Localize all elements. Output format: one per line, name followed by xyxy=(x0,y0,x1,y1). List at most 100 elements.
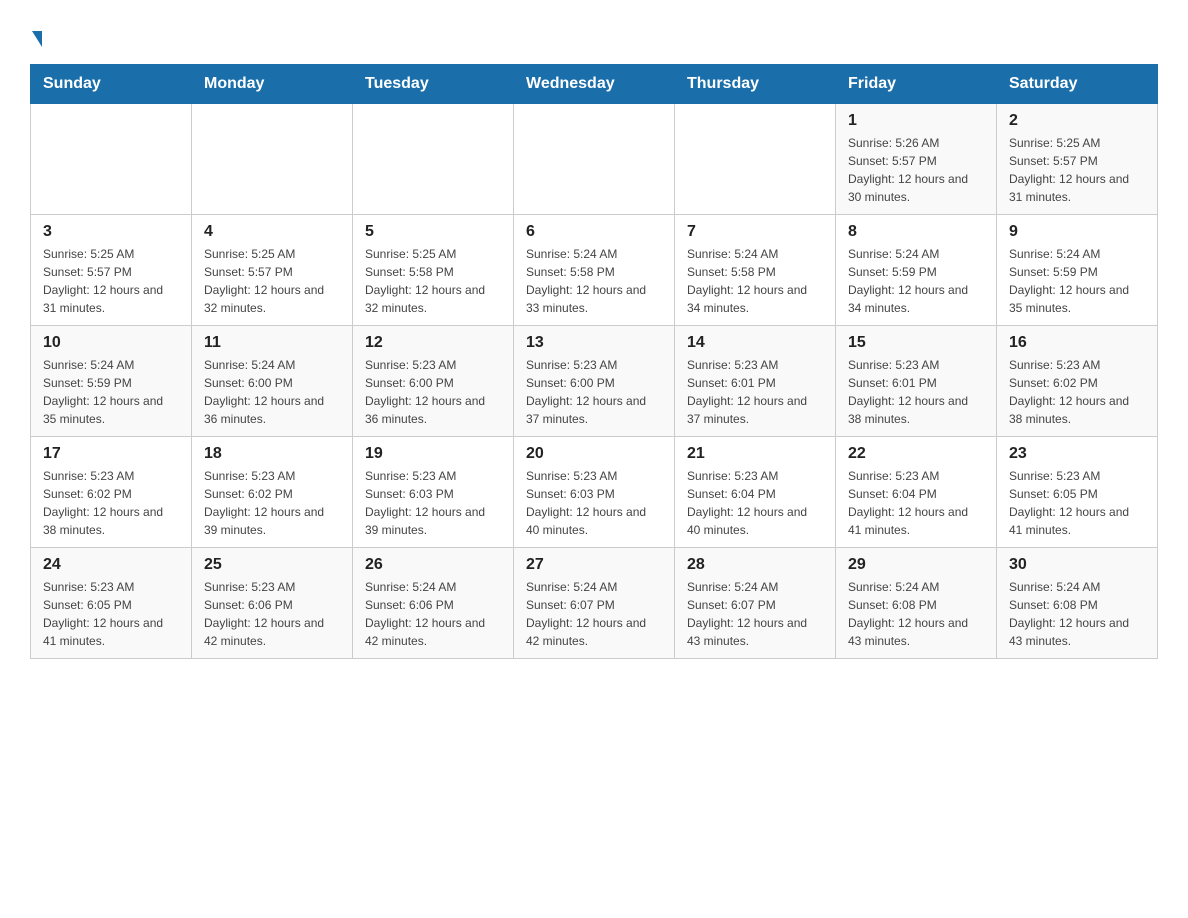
day-info: Sunrise: 5:24 AMSunset: 5:59 PMDaylight:… xyxy=(1009,245,1145,317)
day-number: 8 xyxy=(848,223,984,241)
day-cell: 13 Sunrise: 5:23 AMSunset: 6:00 PMDayligh… xyxy=(514,326,675,437)
day-info: Sunrise: 5:23 AMSunset: 6:02 PMDaylight:… xyxy=(1009,356,1145,428)
header xyxy=(30,20,1158,48)
day-info: Sunrise: 5:23 AMSunset: 6:05 PMDaylight:… xyxy=(43,578,179,650)
week-row-1: 1 Sunrise: 5:26 AMSunset: 5:57 PMDaylight… xyxy=(31,104,1158,215)
day-number: 17 xyxy=(43,445,179,463)
day-cell: 2 Sunrise: 5:25 AMSunset: 5:57 PMDaylight… xyxy=(997,104,1158,215)
logo xyxy=(30,20,42,48)
day-cell: 1 Sunrise: 5:26 AMSunset: 5:57 PMDaylight… xyxy=(836,104,997,215)
day-number: 13 xyxy=(526,334,662,352)
day-cell: 9 Sunrise: 5:24 AMSunset: 5:59 PMDaylight… xyxy=(997,215,1158,326)
day-cell: 15 Sunrise: 5:23 AMSunset: 6:01 PMDayligh… xyxy=(836,326,997,437)
header-cell-monday: Monday xyxy=(192,65,353,104)
day-cell: 11Sunrise: 5:24 AMSunset: 6:00 PMDayligh… xyxy=(192,326,353,437)
day-cell: 25 Sunrise: 5:23 AMSunset: 6:06 PMDayligh… xyxy=(192,548,353,659)
day-number: 18 xyxy=(204,445,340,463)
day-number: 22 xyxy=(848,445,984,463)
header-cell-friday: Friday xyxy=(836,65,997,104)
day-number: 24 xyxy=(43,556,179,574)
day-info: Sunrise: 5:24 AMSunset: 5:59 PMDaylight:… xyxy=(848,245,984,317)
day-number: 4 xyxy=(204,223,340,241)
day-info: Sunrise: 5:24 AMSunset: 6:07 PMDaylight:… xyxy=(526,578,662,650)
logo-triangle-icon xyxy=(32,31,42,47)
day-cell: 26 Sunrise: 5:24 AMSunset: 6:06 PMDayligh… xyxy=(353,548,514,659)
day-cell: 20 Sunrise: 5:23 AMSunset: 6:03 PMDayligh… xyxy=(514,437,675,548)
header-cell-thursday: Thursday xyxy=(675,65,836,104)
day-cell xyxy=(192,104,353,215)
day-cell: 5 Sunrise: 5:25 AMSunset: 5:58 PMDaylight… xyxy=(353,215,514,326)
day-info: Sunrise: 5:24 AMSunset: 6:07 PMDaylight:… xyxy=(687,578,823,650)
day-cell: 10 Sunrise: 5:24 AMSunset: 5:59 PMDayligh… xyxy=(31,326,192,437)
day-cell: 21 Sunrise: 5:23 AMSunset: 6:04 PMDayligh… xyxy=(675,437,836,548)
day-number: 6 xyxy=(526,223,662,241)
day-info: Sunrise: 5:24 AMSunset: 6:06 PMDaylight:… xyxy=(365,578,501,650)
day-info: Sunrise: 5:24 AMSunset: 5:58 PMDaylight:… xyxy=(687,245,823,317)
day-number: 27 xyxy=(526,556,662,574)
day-number: 10 xyxy=(43,334,179,352)
day-info: Sunrise: 5:23 AMSunset: 6:02 PMDaylight:… xyxy=(43,467,179,539)
day-info: Sunrise: 5:24 AMSunset: 5:58 PMDaylight:… xyxy=(526,245,662,317)
day-info: Sunrise: 5:24 AMSunset: 5:59 PMDaylight:… xyxy=(43,356,179,428)
day-info: Sunrise: 5:23 AMSunset: 6:03 PMDaylight:… xyxy=(526,467,662,539)
day-cell xyxy=(675,104,836,215)
day-cell: 16 Sunrise: 5:23 AMSunset: 6:02 PMDayligh… xyxy=(997,326,1158,437)
week-row-3: 10 Sunrise: 5:24 AMSunset: 5:59 PMDayligh… xyxy=(31,326,1158,437)
day-number: 19 xyxy=(365,445,501,463)
day-number: 12 xyxy=(365,334,501,352)
day-info: Sunrise: 5:23 AMSunset: 6:00 PMDaylight:… xyxy=(365,356,501,428)
day-cell: 17 Sunrise: 5:23 AMSunset: 6:02 PMDayligh… xyxy=(31,437,192,548)
day-info: Sunrise: 5:26 AMSunset: 5:57 PMDaylight:… xyxy=(848,134,984,206)
header-row: SundayMondayTuesdayWednesdayThursdayFrid… xyxy=(31,65,1158,104)
header-cell-wednesday: Wednesday xyxy=(514,65,675,104)
day-info: Sunrise: 5:23 AMSunset: 6:00 PMDaylight:… xyxy=(526,356,662,428)
calendar-table: SundayMondayTuesdayWednesdayThursdayFrid… xyxy=(30,64,1158,659)
day-number: 1 xyxy=(848,112,984,130)
day-number: 7 xyxy=(687,223,823,241)
day-number: 9 xyxy=(1009,223,1145,241)
day-cell: 19Sunrise: 5:23 AMSunset: 6:03 PMDayligh… xyxy=(353,437,514,548)
day-cell: 24 Sunrise: 5:23 AMSunset: 6:05 PMDayligh… xyxy=(31,548,192,659)
day-cell: 18 Sunrise: 5:23 AMSunset: 6:02 PMDayligh… xyxy=(192,437,353,548)
day-cell xyxy=(353,104,514,215)
day-cell: 8 Sunrise: 5:24 AMSunset: 5:59 PMDaylight… xyxy=(836,215,997,326)
day-number: 16 xyxy=(1009,334,1145,352)
day-cell: 3 Sunrise: 5:25 AMSunset: 5:57 PMDaylight… xyxy=(31,215,192,326)
day-info: Sunrise: 5:24 AMSunset: 6:08 PMDaylight:… xyxy=(1009,578,1145,650)
day-number: 30 xyxy=(1009,556,1145,574)
header-cell-sunday: Sunday xyxy=(31,65,192,104)
day-cell: 14Sunrise: 5:23 AMSunset: 6:01 PMDayligh… xyxy=(675,326,836,437)
logo-general-line xyxy=(30,20,42,48)
day-cell: 4 Sunrise: 5:25 AMSunset: 5:57 PMDaylight… xyxy=(192,215,353,326)
day-number: 26 xyxy=(365,556,501,574)
day-number: 14 xyxy=(687,334,823,352)
week-row-5: 24 Sunrise: 5:23 AMSunset: 6:05 PMDayligh… xyxy=(31,548,1158,659)
day-info: Sunrise: 5:23 AMSunset: 6:04 PMDaylight:… xyxy=(848,467,984,539)
day-cell: 22 Sunrise: 5:23 AMSunset: 6:04 PMDayligh… xyxy=(836,437,997,548)
day-info: Sunrise: 5:25 AMSunset: 5:57 PMDaylight:… xyxy=(204,245,340,317)
day-number: 28 xyxy=(687,556,823,574)
day-number: 2 xyxy=(1009,112,1145,130)
day-info: Sunrise: 5:23 AMSunset: 6:04 PMDaylight:… xyxy=(687,467,823,539)
week-row-2: 3 Sunrise: 5:25 AMSunset: 5:57 PMDaylight… xyxy=(31,215,1158,326)
day-number: 20 xyxy=(526,445,662,463)
day-cell: 27 Sunrise: 5:24 AMSunset: 6:07 PMDayligh… xyxy=(514,548,675,659)
day-info: Sunrise: 5:23 AMSunset: 6:02 PMDaylight:… xyxy=(204,467,340,539)
day-number: 21 xyxy=(687,445,823,463)
day-number: 5 xyxy=(365,223,501,241)
day-number: 3 xyxy=(43,223,179,241)
day-cell: 28 Sunrise: 5:24 AMSunset: 6:07 PMDayligh… xyxy=(675,548,836,659)
day-info: Sunrise: 5:23 AMSunset: 6:06 PMDaylight:… xyxy=(204,578,340,650)
day-info: Sunrise: 5:25 AMSunset: 5:57 PMDaylight:… xyxy=(43,245,179,317)
day-cell: 30 Sunrise: 5:24 AMSunset: 6:08 PMDayligh… xyxy=(997,548,1158,659)
day-info: Sunrise: 5:25 AMSunset: 5:57 PMDaylight:… xyxy=(1009,134,1145,206)
day-cell: 23Sunrise: 5:23 AMSunset: 6:05 PMDayligh… xyxy=(997,437,1158,548)
day-number: 25 xyxy=(204,556,340,574)
day-number: 23 xyxy=(1009,445,1145,463)
day-info: Sunrise: 5:25 AMSunset: 5:58 PMDaylight:… xyxy=(365,245,501,317)
day-info: Sunrise: 5:23 AMSunset: 6:01 PMDaylight:… xyxy=(848,356,984,428)
header-cell-saturday: Saturday xyxy=(997,65,1158,104)
day-number: 15 xyxy=(848,334,984,352)
day-cell xyxy=(31,104,192,215)
day-info: Sunrise: 5:24 AMSunset: 6:00 PMDaylight:… xyxy=(204,356,340,428)
